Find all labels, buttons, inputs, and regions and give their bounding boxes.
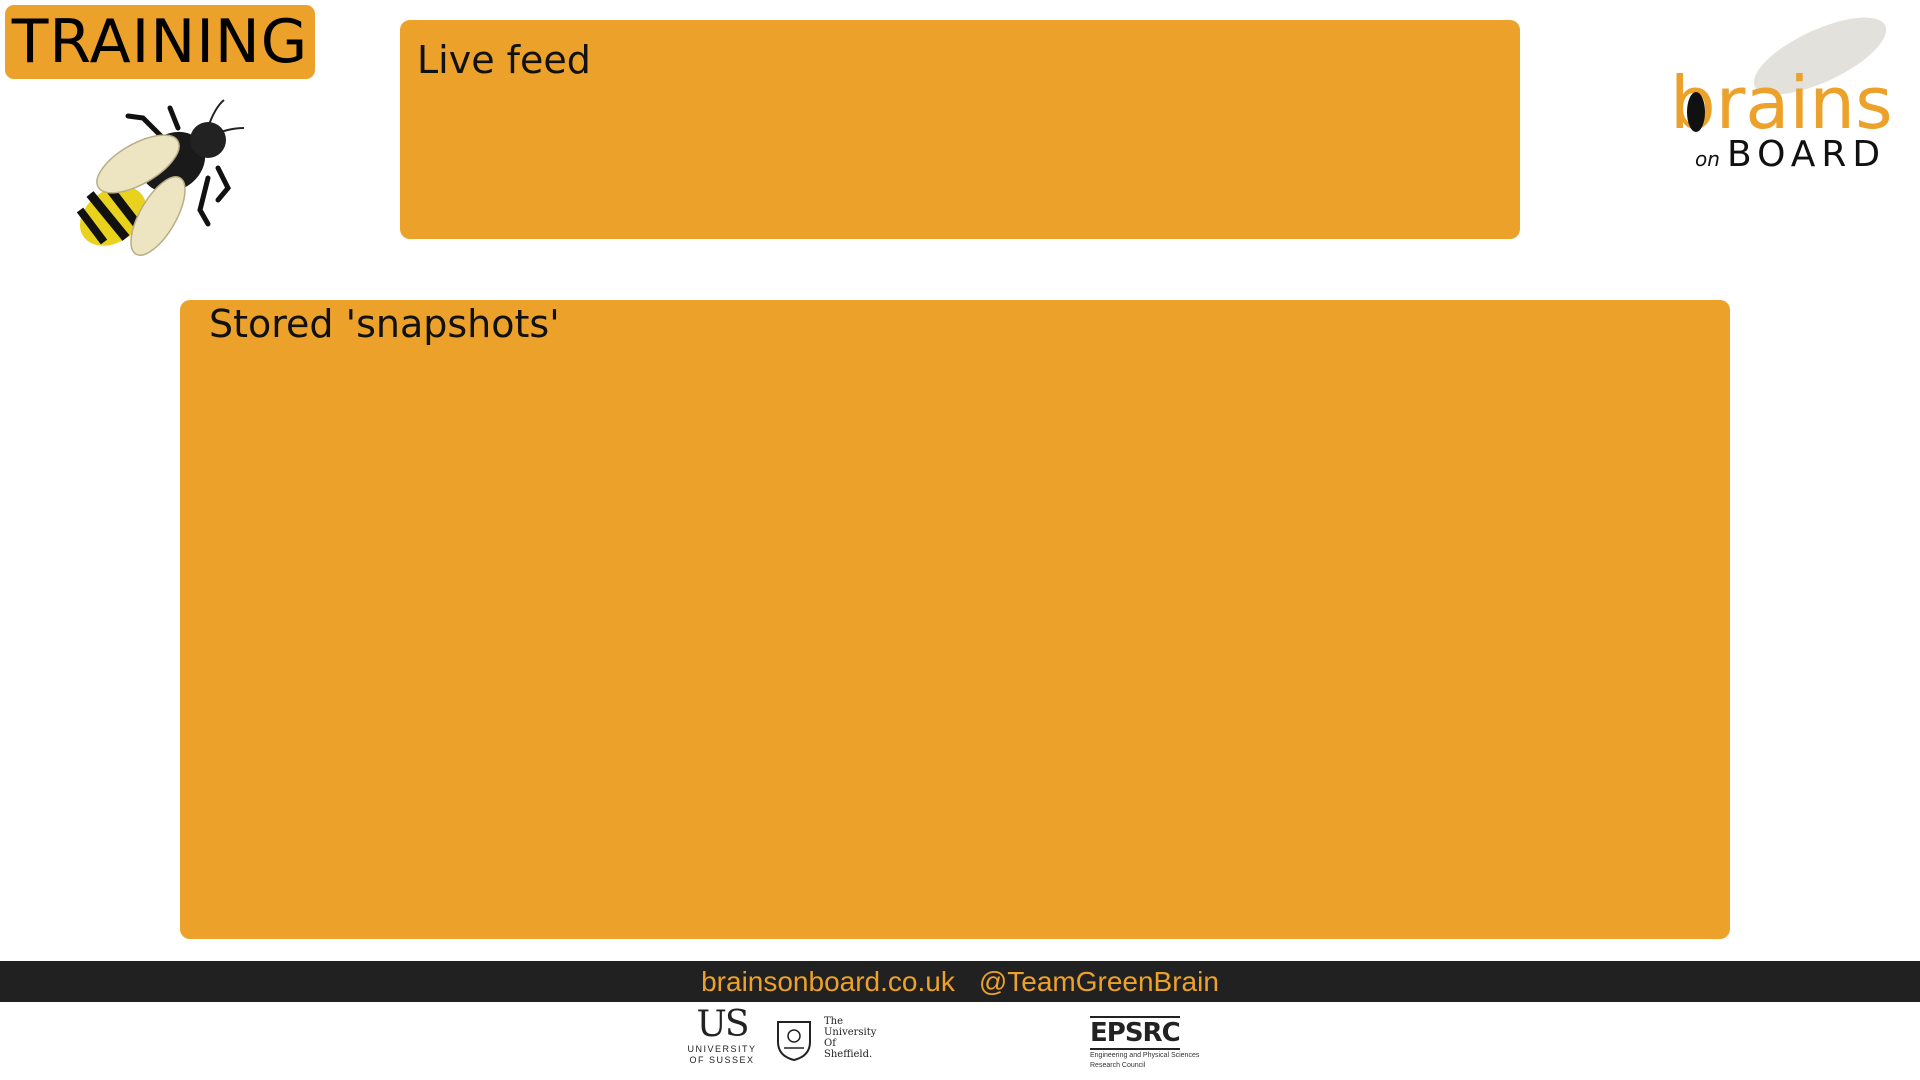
bee-illustration — [76, 99, 245, 256]
twitter-handle-link[interactable]: @TeamGreenBrain — [979, 966, 1219, 998]
logo-word-bottom: BOARD — [1727, 134, 1886, 171]
live-feed-panel: Live feed — [400, 20, 1520, 239]
sussex-line2: OF SUSSEX — [689, 1055, 755, 1065]
snapshots-title: Stored 'snapshots' — [209, 302, 560, 346]
partner-logos: US UNIVERSITY OF SUSSEX The University O… — [0, 1002, 1920, 1080]
epsrc-line1: Engineering and Physical Sciences — [1090, 1052, 1200, 1059]
sussex-monogram: US — [696, 1004, 749, 1045]
sheffield-line1: The — [824, 1016, 844, 1027]
university-of-sussex-logo: US UNIVERSITY OF SUSSEX — [686, 1006, 758, 1066]
sheffield-line2: University — [824, 1027, 877, 1038]
snapshots-panel: Stored 'snapshots' — [180, 300, 1730, 939]
sussex-line1: UNIVERSITY — [687, 1044, 757, 1054]
live-feed-title: Live feed — [417, 38, 591, 82]
epsrc-wordmark: EPSRC — [1090, 1016, 1181, 1050]
epsrc-line2: Research Council — [1090, 1062, 1146, 1069]
footer-bar: brainsonboard.co.uk @TeamGreenBrain — [0, 961, 1920, 1002]
university-of-sheffield-logo: The University Of Sheffield. — [772, 1016, 882, 1066]
sheffield-line3: Of — [824, 1038, 836, 1049]
sheffield-line4: Sheffield. — [824, 1049, 873, 1060]
mode-badge: TRAINING — [5, 5, 315, 79]
brains-on-board-logo: brains on BOARD — [1670, 17, 1893, 171]
logo-word-small: on — [1695, 147, 1720, 171]
epsrc-logo: EPSRC Engineering and Physical Sciences … — [1090, 1016, 1220, 1070]
sheffield-crest-icon — [777, 1021, 811, 1062]
training-screen: TRAINING Live feed brains on BOARD Store… — [0, 0, 1920, 1080]
mode-badge-label: TRAINING — [11, 7, 309, 77]
website-link[interactable]: brainsonboard.co.uk — [701, 966, 955, 998]
